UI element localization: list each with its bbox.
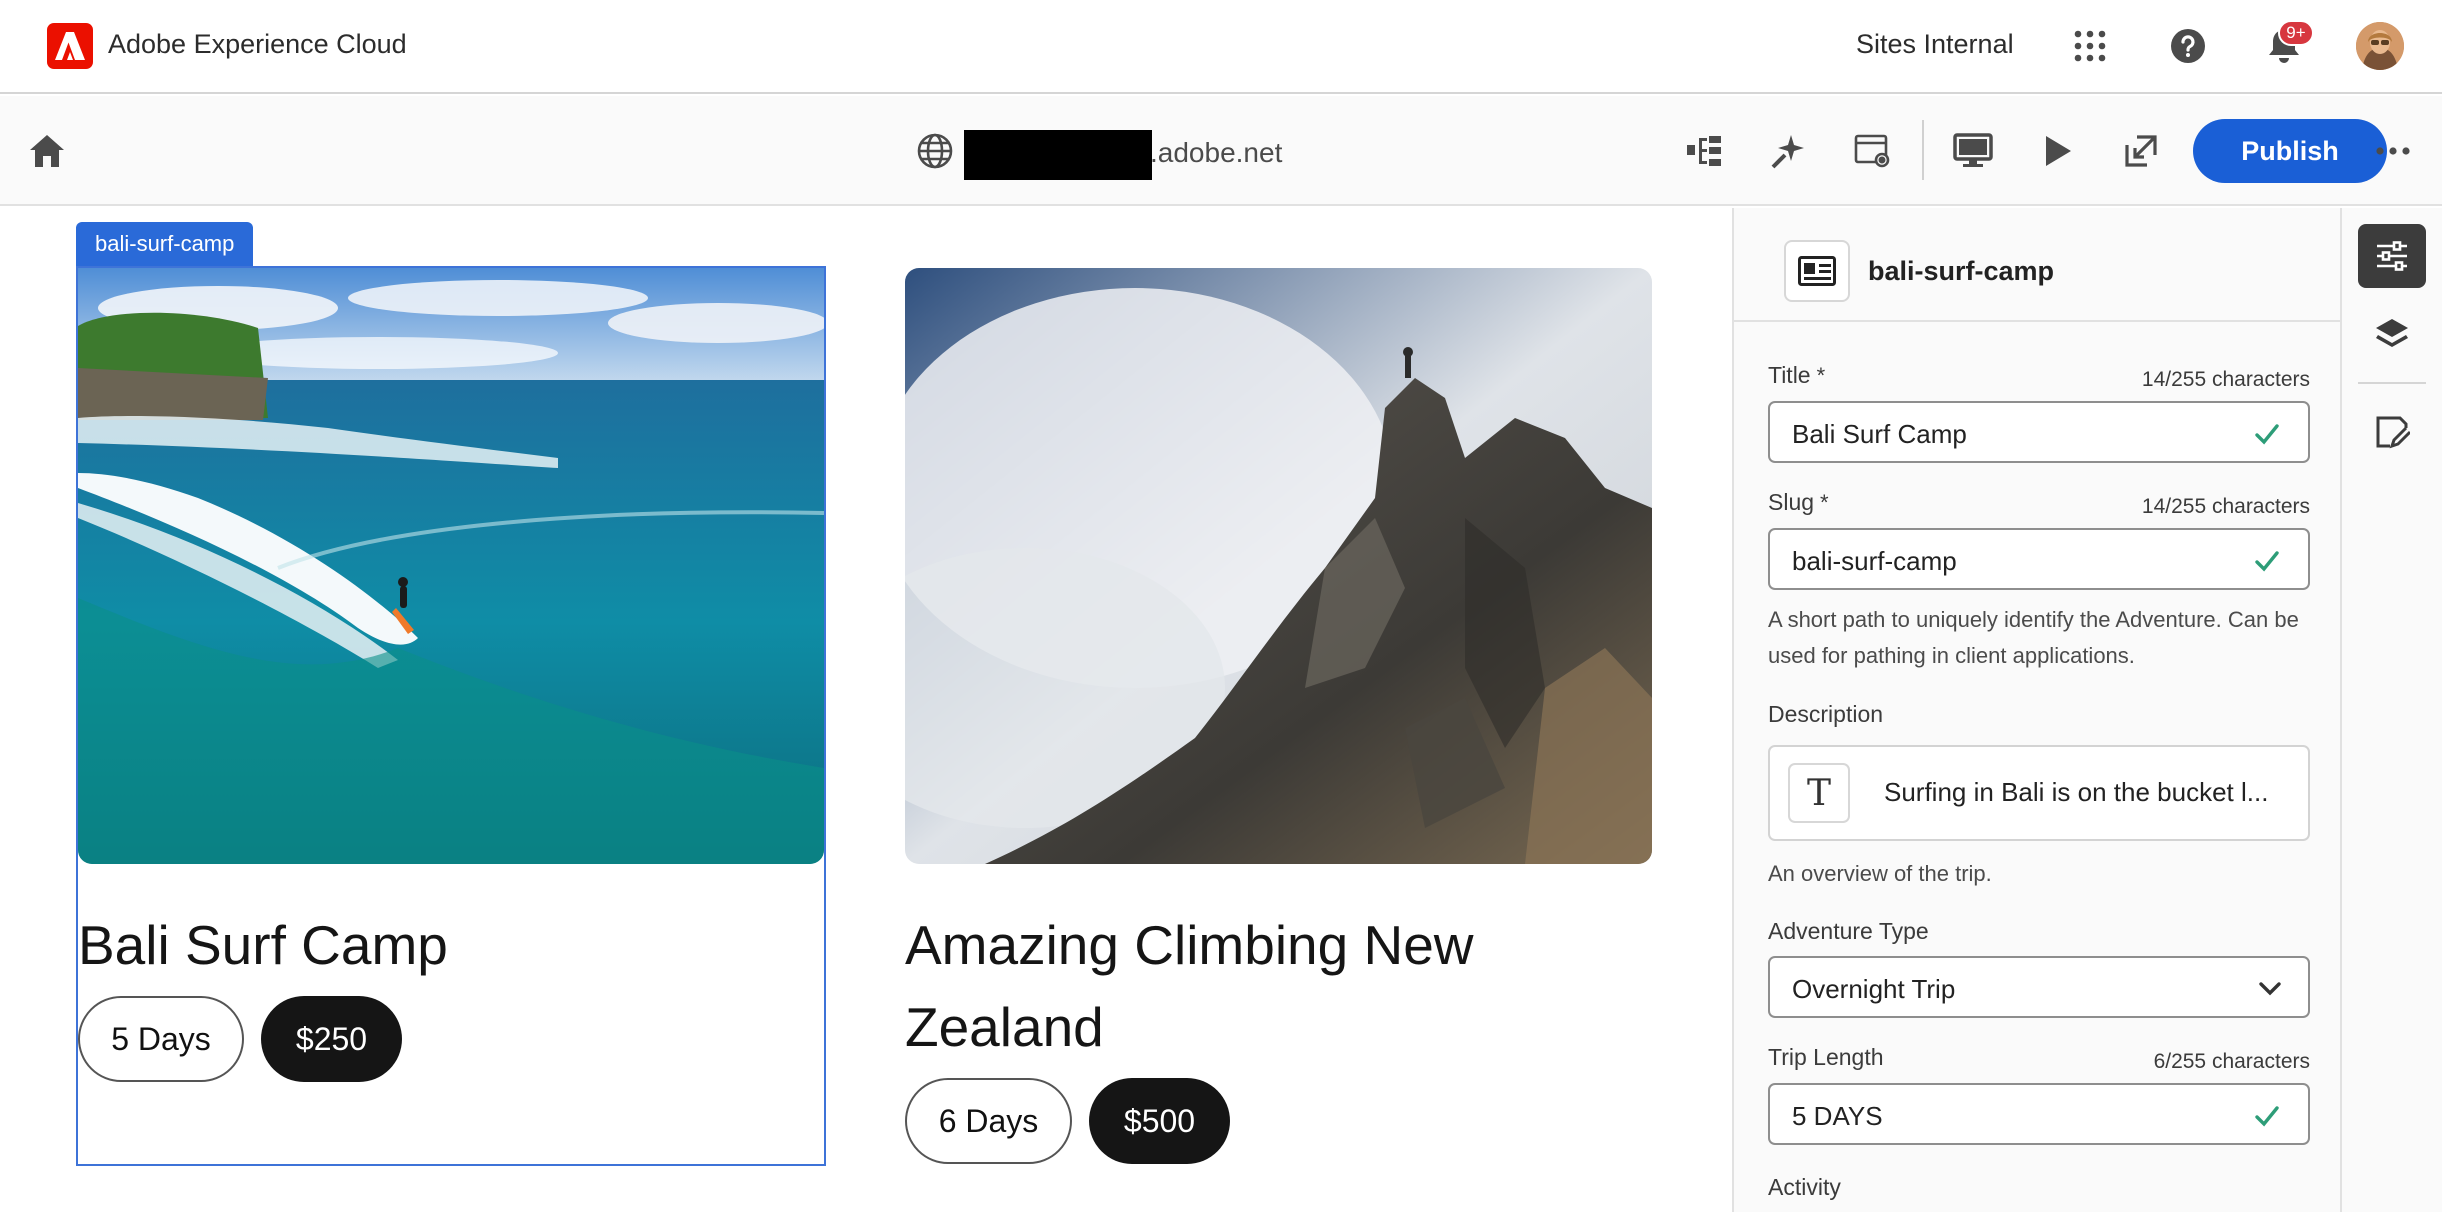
page-settings-icon[interactable] [1848,126,1898,176]
trip-length-pill: 6 Days [905,1078,1072,1164]
trip-length-input[interactable]: 5 DAYS [1768,1083,2310,1145]
slug-char-count: 14/255 characters [2141,495,2310,518]
url-redacted [964,130,1152,180]
help-icon[interactable] [2164,22,2212,70]
price-pill: $500 [1089,1078,1230,1164]
open-in-new-icon[interactable] [2116,126,2166,176]
sparkle-icon[interactable] [1764,126,1814,176]
notification-badge: 9+ [2278,20,2314,46]
slug-input[interactable]: bali-surf-camp [1768,528,2310,590]
org-switcher[interactable]: Sites Internal [1856,29,2014,60]
home-icon[interactable] [22,126,72,176]
panel-header: bali-surf-camp [1734,208,2340,322]
text-type-icon: T [1788,763,1850,823]
card-title-line-2: Zealand [905,996,1104,1058]
trip-length-label: Trip Length [1768,1044,1884,1070]
play-icon[interactable] [2033,126,2083,176]
publish-button[interactable]: Publish [2193,119,2387,183]
price-pill: $250 [261,996,402,1082]
card-title: Bali Surf Camp [78,914,448,976]
adventure-image-new-zealand[interactable] [905,268,1652,864]
selected-component-label[interactable]: bali-surf-camp [76,222,254,266]
valid-check-icon [2255,424,2279,445]
trip-length-char-count: 6/255 characters [2153,1050,2310,1073]
toolbar-divider [1922,120,1924,180]
description-field[interactable]: T Surfing in Bali is on the bucket l... [1768,745,2310,841]
url-host[interactable]: .adobe.net [1150,137,1282,169]
component-name: bali-surf-camp [1868,256,2055,286]
chevron-down-icon [2259,982,2281,996]
trip-length-pill: 5 Days [78,996,244,1082]
editor-toolbar: .adobe.net Publish [0,96,2442,206]
adventure-type-select[interactable]: Overnight Trip [1768,956,2310,1018]
brand-name[interactable]: Adobe Experience Cloud [108,29,407,60]
title-char-count: 14/255 characters [2141,368,2310,391]
adobe-logo-icon[interactable] [47,23,93,69]
description-label: Description [1768,701,1884,727]
desktop-preview-icon[interactable] [1948,126,1998,176]
rail-divider [2358,382,2426,384]
content-tree-icon[interactable] [1680,126,1730,176]
adventure-image-bali[interactable] [78,268,824,864]
title-label: Title * [1768,362,1826,388]
slug-help-text: A short path to uniquely identify the Ad… [1768,607,2299,668]
adventure-type-label: Adventure Type [1768,918,1929,944]
globe-icon [910,126,960,176]
valid-check-icon [2255,1106,2279,1127]
slug-label: Slug * [1768,489,1829,515]
layers-icon[interactable] [2358,302,2426,366]
right-rail [2340,208,2442,1212]
content-fragment-icon [1784,240,1850,302]
page-canvas: bali-surf-camp Bali Surf Camp 5 Days $25… [0,208,1732,1212]
edit-note-icon[interactable] [2358,400,2426,464]
title-input[interactable]: Bali Surf Camp [1768,401,2310,463]
description-help-text: An overview of the trip. [1768,861,1992,886]
properties-icon[interactable] [2358,224,2426,288]
shell-bar: Adobe Experience Cloud Sites Internal 9+ [0,0,2442,94]
card-title-line-1: Amazing Climbing New [905,914,1474,976]
valid-check-icon [2255,551,2279,572]
apps-grid-icon[interactable] [2066,22,2114,70]
activity-label: Activity [1768,1174,1841,1200]
properties-panel: bali-surf-camp Title * 14/255 characters … [1732,208,2340,1212]
more-icon[interactable] [2368,126,2418,176]
user-avatar[interactable] [2356,22,2404,70]
